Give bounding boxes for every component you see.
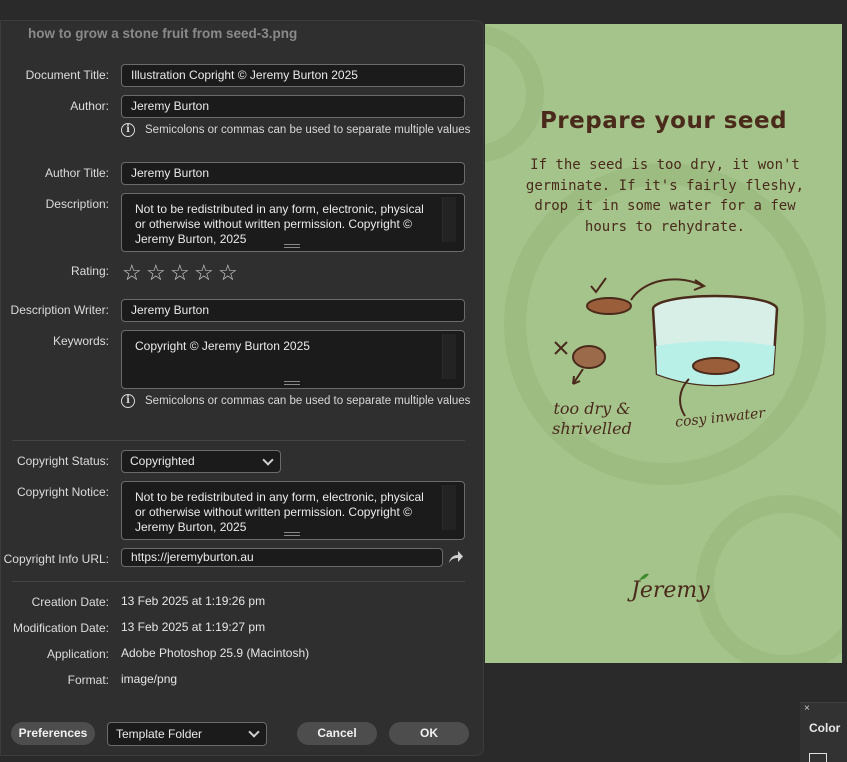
info-icon: i (121, 123, 135, 137)
copyright-status-value: Copyrighted (130, 454, 195, 468)
file-info-dialog: how to grow a stone fruit from seed-3.pn… (0, 20, 484, 756)
chevron-down-icon (248, 726, 260, 738)
keywords-label: Keywords: (52, 334, 109, 348)
divider (12, 581, 465, 582)
keywords-text: Copyright © Jeremy Burton 2025 (135, 339, 310, 353)
rating-stars[interactable]: ☆ ☆ ☆ ☆ ☆ (122, 262, 240, 284)
format-label: Format: (67, 673, 109, 687)
keywords-field[interactable]: Copyright © Jeremy Burton 2025 (121, 330, 465, 389)
document-canvas: Prepare your seed If the seed is too dry… (485, 24, 842, 663)
author-title-label: Author Title: (44, 166, 109, 180)
description-field[interactable]: Not to be redistributed in any form, ele… (121, 193, 465, 252)
modification-date-label: Modification Date: (12, 621, 109, 635)
document-title-field[interactable]: Illustration Copright © Jeremy Burton 20… (121, 64, 465, 87)
author-hint: i Semicolons or commas can be used to se… (121, 123, 470, 137)
application-value: Adobe Photoshop 25.9 (Macintosh) (121, 646, 310, 660)
copyright-notice-field[interactable]: Not to be redistributed in any form, ele… (121, 481, 465, 540)
color-swatch[interactable] (809, 753, 827, 762)
go-to-url-icon[interactable] (448, 550, 464, 564)
artist-signature: Jeremy (631, 578, 710, 603)
star-icon[interactable]: ☆ (146, 262, 168, 284)
dry-seed-label: too dry & shrivelled (552, 399, 632, 438)
ok-button[interactable]: OK (389, 722, 469, 745)
preferences-button[interactable]: Preferences (11, 722, 95, 745)
format-value: image/png (121, 672, 178, 686)
description-writer-label: Description Writer: (10, 303, 109, 317)
resize-grip[interactable] (284, 532, 300, 536)
color-panel-title[interactable]: Color (809, 721, 840, 735)
star-icon[interactable]: ☆ (122, 262, 144, 284)
resize-grip[interactable] (284, 381, 300, 385)
copyright-notice-text: Not to be redistributed in any form, ele… (135, 490, 424, 534)
copyright-status-label: Copyright Status: (16, 454, 109, 468)
description-writer-field[interactable]: Jeremy Burton (121, 299, 465, 322)
copyright-notice-scrollbar[interactable] (442, 485, 456, 530)
star-icon[interactable]: ☆ (194, 262, 216, 284)
keywords-hint-text: Semicolons or commas can be used to sepa… (145, 395, 471, 407)
author-label: Author: (70, 99, 109, 113)
description-scrollbar[interactable] (442, 197, 456, 242)
cancel-button[interactable]: Cancel (297, 722, 377, 745)
star-icon[interactable]: ☆ (170, 262, 192, 284)
author-hint-text: Semicolons or commas can be used to sepa… (145, 124, 471, 136)
copyright-url-field[interactable]: https://jeremyburton.au (121, 548, 443, 567)
dialog-title: how to grow a stone fruit from seed-3.pn… (28, 26, 298, 41)
template-folder-label: Template Folder (116, 727, 203, 741)
keywords-scrollbar[interactable] (442, 334, 456, 379)
star-icon[interactable]: ☆ (218, 262, 240, 284)
color-panel: × Color (800, 702, 847, 762)
divider (12, 440, 465, 441)
creation-date-label: Creation Date: (31, 595, 109, 609)
rating-label: Rating: (70, 264, 109, 278)
info-icon: i (121, 394, 135, 408)
modification-date-value: 13 Feb 2025 at 1:19:27 pm (121, 620, 266, 634)
author-title-field[interactable]: Jeremy Burton (121, 162, 465, 185)
copyright-status-select[interactable]: Copyrighted (121, 450, 281, 473)
document-title-label: Document Title: (25, 68, 109, 82)
application-label: Application: (46, 647, 109, 661)
creation-date-value: 13 Feb 2025 at 1:19:26 pm (121, 594, 266, 608)
author-field[interactable]: Jeremy Burton (121, 95, 465, 118)
description-text: Not to be redistributed in any form, ele… (135, 202, 424, 246)
seed-illustration (554, 277, 779, 580)
copyright-url-label: Copyright Info URL: (3, 552, 109, 566)
copyright-notice-label: Copyright Notice: (16, 485, 109, 499)
close-icon[interactable]: × (804, 703, 810, 714)
chevron-down-icon (262, 454, 274, 466)
resize-grip[interactable] (284, 244, 300, 248)
template-folder-select[interactable]: Template Folder (107, 722, 267, 746)
description-label: Description: (45, 197, 109, 211)
keywords-hint: i Semicolons or commas can be used to se… (121, 394, 470, 408)
